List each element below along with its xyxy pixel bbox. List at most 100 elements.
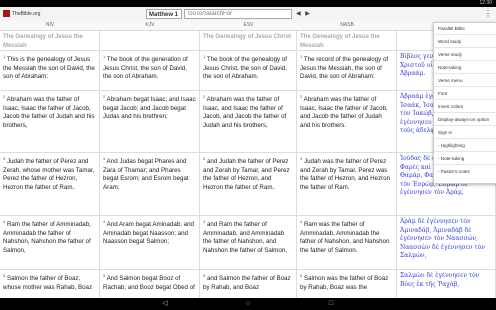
heading-esv: The Genealogy of Jesus Christ <box>200 30 297 50</box>
verse-cell-greek[interactable]: Σαλμὼν δὲ ἐγέννησεν τὸν Βόες ἐκ τῆς Ῥαχά… <box>397 269 496 298</box>
verse-cell[interactable]: 4 And Aram begat Aminadab; and Aminadab … <box>100 215 200 269</box>
verse-cell[interactable]: 3 Judah the father of Perez and Zerah, w… <box>0 152 100 215</box>
verse-number: 1 <box>203 54 206 59</box>
table-row: 1 This is the genealogy of Jesus the Mes… <box>0 50 496 91</box>
verse-cell[interactable]: 3 and Judah the father of Perez and Zera… <box>200 152 297 215</box>
verse-cell[interactable]: 4 Ram the father of Amminadab, Amminadab… <box>0 215 100 269</box>
search-input[interactable] <box>184 9 292 19</box>
verse-cell[interactable]: 5 And Salmon begat Booz of Rachab; and B… <box>100 269 200 298</box>
verse-text: Abraham begat Isaac; and Isaac begat Jac… <box>103 96 196 121</box>
prev-chapter-icon[interactable]: ◀ <box>296 11 301 17</box>
menu-item-display-always-on[interactable]: Display-always-on option <box>434 114 496 126</box>
verse-number: 3 <box>103 156 106 161</box>
next-chapter-icon[interactable]: ▶ <box>305 11 310 17</box>
verse-text: Abraham was the father of Isaac, Isaac t… <box>300 96 388 129</box>
back-icon[interactable]: ◁ <box>159 300 171 308</box>
menu-item-verse-study[interactable]: Verse study <box>434 49 496 61</box>
verse-cell[interactable]: 1 The book of the genealogy of Jesus Chr… <box>200 50 297 90</box>
verse-text: Judah the father of Perez and Zerah, who… <box>3 158 95 191</box>
menu-item-word-study[interactable]: Word study <box>434 36 496 48</box>
verse-cell[interactable]: 5 Salmon was the father of Boaz by Rahab… <box>297 269 397 298</box>
verse-cell[interactable]: 1 The record of the genealogy of Jesus t… <box>297 50 397 90</box>
verse-number: 2 <box>300 94 303 99</box>
heading-kjv <box>100 30 200 50</box>
verse-number: 4 <box>203 219 206 224</box>
verse-text: Judah was the father of Perez and Zerah … <box>300 158 391 191</box>
menu-item-note-taking[interactable]: Note-taking <box>434 62 496 74</box>
column-header-niv[interactable]: NIV <box>0 21 100 30</box>
heading-niv: The Genealogy of Jesus the Messiah <box>0 30 100 50</box>
verse-cell[interactable]: 5 Salmon the father of Boaz, whose mothe… <box>0 269 100 298</box>
verse-text: Ἀρὰμ δὲ ἐγέννησεν τὸν Ἀμιναδάβ, Ἀμιναδὰβ… <box>400 218 485 260</box>
overflow-menu: Parallel Bible Word study Verse study No… <box>433 22 496 184</box>
site-name[interactable]: TheBible.org <box>12 10 40 18</box>
verse-text: The book of the genealogy of Jesus Chris… <box>203 56 287 81</box>
menu-item-note-taking-sync[interactable]: - Note-taking <box>434 153 496 165</box>
verse-cell[interactable]: 1 This is the genealogy of Jesus the Mes… <box>0 50 100 90</box>
app-logo-icon[interactable] <box>3 10 10 17</box>
table-row: 3 Judah the father of Perez and Zerah, w… <box>0 152 496 216</box>
verse-number: 3 <box>203 156 206 161</box>
verse-text: Σαλμὼν δὲ ἐγέννησεν τὸν Βόες ἐκ τῆς Ῥαχά… <box>400 272 480 288</box>
recent-apps-icon[interactable]: □ <box>325 300 337 308</box>
overflow-menu-icon[interactable]: ⋮ <box>484 9 492 19</box>
verse-text: and Judah the father of Perez and Zerah … <box>203 158 290 191</box>
table-row: The Genealogy of Jesus the Messiah The G… <box>0 30 496 51</box>
verse-cell[interactable]: 2 Abraham was the father of Isaac, and I… <box>200 90 297 152</box>
menu-item-highlighting[interactable]: - Highlighting <box>434 140 496 152</box>
verse-cell[interactable]: 3 And Judas begat Phares and Zara of Tha… <box>100 152 200 215</box>
parallel-bible-table: The Genealogy of Jesus the Messiah The G… <box>0 30 496 298</box>
column-header-nasb[interactable]: NASB <box>297 21 397 30</box>
verse-cell[interactable]: 2 Abraham begat Isaac; and Isaac begat J… <box>100 90 200 152</box>
verse-number: 1 <box>3 54 6 59</box>
verse-text: and Salmon the father of Boaz by Rahab, … <box>203 275 291 291</box>
verse-cell[interactable]: 4 Ram was the father of Amminadab, Ammin… <box>297 215 397 269</box>
verse-number: 3 <box>3 156 6 161</box>
verse-number: 1 <box>300 54 303 59</box>
verse-number: 5 <box>103 273 106 278</box>
column-header-esv[interactable]: ESV <box>200 21 297 30</box>
verse-text: Ram the father of Amminadab, Amminadab t… <box>3 221 91 254</box>
status-bar: 12:30 <box>0 0 496 7</box>
verse-text: This is the genealogy of Jesus the Messi… <box>3 56 95 81</box>
verse-text: Salmon the father of Boaz, whose mother … <box>3 275 93 291</box>
menu-item-verse-menu[interactable]: Verse menu <box>434 75 496 87</box>
verse-number: 4 <box>3 219 6 224</box>
verse-text: Abraham was the father of Isaac, Isaac t… <box>3 96 95 129</box>
column-header-kjv[interactable]: KJV <box>100 21 200 30</box>
app-toolbar: TheBible.org Matthew 1 ▾ ◀ ▶ ⋮ <box>0 7 496 28</box>
verse-number: 4 <box>103 219 106 224</box>
menu-item-pastors-notes[interactable]: - Pastor's notes <box>434 166 496 178</box>
verse-text: And Judas begat Phares and Zara of Thama… <box>103 158 189 191</box>
verse-text: and Ram the father of Amminadab, and Amm… <box>203 221 287 254</box>
verse-number: 2 <box>203 94 206 99</box>
chapter-select[interactable]: Matthew 1 ▾ <box>146 9 182 28</box>
verse-cell[interactable]: 3 Judah was the father of Perez and Zera… <box>297 152 397 215</box>
menu-item-sign-in[interactable]: Sign in <box>434 127 496 139</box>
verse-text: And Aram begat Aminadab; and Aminadab be… <box>103 221 194 246</box>
verse-cell[interactable]: 1 The book of the generation of Jesus Ch… <box>100 50 200 90</box>
verse-cell[interactable]: 5 and Salmon the father of Boaz by Rahab… <box>200 269 297 298</box>
table-row: 5 Salmon the father of Boaz, whose mothe… <box>0 269 496 298</box>
verse-cell-greek[interactable]: Ἀρὰμ δὲ ἐγέννησεν τὸν Ἀμιναδάβ, Ἀμιναδὰβ… <box>397 215 496 269</box>
home-icon[interactable]: ○ <box>242 300 254 308</box>
verse-text: Ram was the father of Amminadab, Amminad… <box>300 221 390 254</box>
verse-number: 5 <box>203 273 206 278</box>
verse-cell[interactable]: 2 Abraham was the father of Isaac, Isaac… <box>297 90 397 152</box>
verse-text: And Salmon begat Booz of Rachab; and Boo… <box>103 275 195 291</box>
table-row: 2 Abraham was the father of Isaac, Isaac… <box>0 90 496 153</box>
status-time: 12:30 <box>479 0 492 6</box>
table-row: 4 Ram the father of Amminadab, Amminadab… <box>0 215 496 270</box>
verse-cell[interactable]: 2 Abraham was the father of Isaac, Isaac… <box>0 90 100 152</box>
verse-text: The record of the genealogy of Jesus the… <box>300 56 389 81</box>
verse-cell[interactable]: 4 and Ram the father of Amminadab, and A… <box>200 215 297 269</box>
verse-text: The book of the generation of Jesus Chri… <box>103 56 188 81</box>
menu-item-invert-colors[interactable]: Invert colors <box>434 101 496 113</box>
verse-number: 4 <box>300 219 303 224</box>
verse-number: 5 <box>300 273 303 278</box>
verse-number: 3 <box>300 156 303 161</box>
menu-item-font[interactable]: Font <box>434 88 496 100</box>
verse-number: 5 <box>3 273 6 278</box>
menu-item-parallel-bible[interactable]: Parallel Bible <box>434 23 496 35</box>
verse-number: 2 <box>3 94 6 99</box>
